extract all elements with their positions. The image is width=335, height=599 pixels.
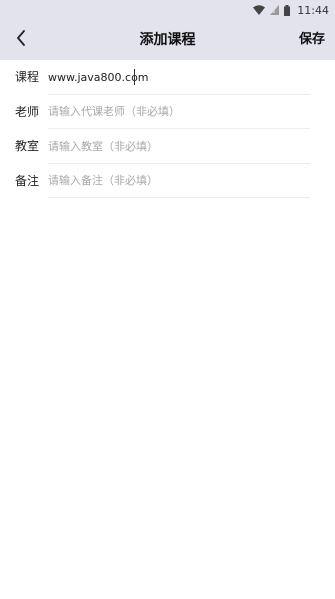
- course-form: 课程 老师 教室 备注: [0, 60, 335, 198]
- text-cursor: [134, 69, 135, 85]
- course-label: 课程: [15, 70, 40, 84]
- status-bar: 11:44: [0, 0, 335, 20]
- course-input[interactable]: [48, 67, 318, 87]
- nav-bar: 添加课程 保存: [0, 20, 335, 60]
- wifi-icon: [253, 5, 266, 15]
- divider: [48, 197, 310, 198]
- teacher-input[interactable]: [48, 101, 318, 122]
- note-input[interactable]: [48, 170, 318, 191]
- course-row: 课程: [0, 60, 335, 95]
- battery-icon: [284, 4, 291, 16]
- teacher-label: 老师: [15, 104, 40, 119]
- status-time: 11:44: [297, 3, 329, 17]
- note-row: 备注: [0, 164, 335, 198]
- teacher-row: 老师: [0, 95, 335, 129]
- classroom-label: 教室: [15, 139, 40, 153]
- chevron-left-icon: [15, 30, 27, 50]
- note-label: 备注: [15, 173, 40, 188]
- classroom-row: 教室: [0, 129, 335, 164]
- page-title: 添加课程: [139, 32, 196, 48]
- classroom-input[interactable]: [48, 136, 318, 156]
- back-button[interactable]: [8, 28, 34, 52]
- save-button[interactable]: 保存: [299, 20, 325, 60]
- signal-icon: [270, 5, 280, 15]
